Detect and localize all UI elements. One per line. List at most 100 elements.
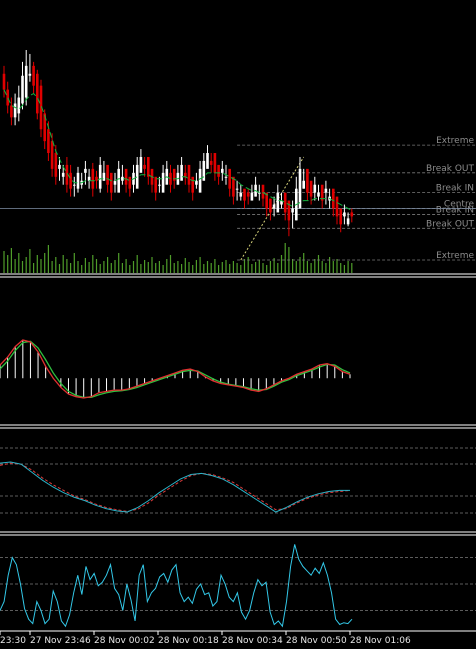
- volume-bar: [95, 259, 98, 273]
- time-tick-label: 23:30: [0, 636, 26, 646]
- volume-bar: [292, 259, 294, 273]
- candle-body: [324, 188, 328, 193]
- candle-body: [24, 65, 28, 98]
- candle-body: [239, 192, 243, 197]
- volume-bar: [280, 255, 283, 273]
- volume-bar: [129, 265, 131, 273]
- volume-bar: [147, 262, 149, 273]
- candle-body: [87, 176, 91, 181]
- volume-bar: [21, 261, 24, 273]
- time-tick-label: 27 Nov 23:46: [30, 636, 91, 646]
- candle-body: [158, 184, 161, 186]
- volume-bar: [262, 263, 264, 273]
- candle-body: [224, 176, 228, 178]
- volume-bar: [277, 263, 279, 273]
- volume-bar: [295, 261, 297, 273]
- volume-bar: [184, 258, 186, 273]
- volume-bar: [29, 249, 31, 273]
- level-label: Extreme: [436, 251, 474, 261]
- candle-body: [69, 172, 72, 189]
- volume-bar: [140, 264, 142, 273]
- volume-bar: [177, 261, 179, 273]
- candle-body: [276, 192, 280, 213]
- candle-body: [143, 164, 146, 169]
- volume-bar: [251, 264, 253, 273]
- candle-body: [102, 172, 106, 181]
- volume-bar: [284, 243, 286, 273]
- volume-bar: [158, 261, 160, 273]
- volume-bar: [221, 262, 223, 273]
- candle-body: [180, 164, 183, 181]
- level-label: Break IN: [436, 184, 474, 194]
- candle-body: [209, 160, 213, 165]
- volume-bar: [25, 257, 27, 273]
- volume-bar: [73, 253, 75, 273]
- volume-bar: [236, 263, 238, 273]
- volume-bar: [88, 262, 90, 273]
- candle-body: [313, 184, 317, 193]
- candle-body: [10, 105, 13, 118]
- volume-bar: [192, 265, 194, 273]
- candle-body: [332, 188, 335, 209]
- candle-body: [17, 97, 21, 114]
- volume-bar: [229, 264, 231, 273]
- candle-body: [317, 192, 320, 197]
- volume-bar: [58, 264, 61, 273]
- volume-bar: [314, 259, 316, 273]
- candle-body: [191, 176, 194, 193]
- volume-bar: [84, 258, 86, 273]
- volume-bar: [181, 264, 183, 273]
- trading-chart: ExtremeBreak OUTBreak INCentreBreak INBr…: [0, 0, 476, 649]
- volume-bar: [10, 248, 12, 273]
- candle-body: [84, 168, 87, 173]
- volume-bar: [173, 263, 175, 273]
- volume-bar: [166, 259, 168, 273]
- candle-body: [198, 168, 202, 193]
- time-tick-label: 28 Nov 00:18: [158, 636, 219, 646]
- candle-body: [128, 176, 132, 189]
- volume-bar: [232, 261, 234, 273]
- volume-bar: [144, 260, 146, 273]
- volume-bar: [343, 265, 345, 273]
- volume-bar: [269, 261, 271, 273]
- candle-body: [139, 156, 143, 173]
- candle-body: [32, 65, 35, 86]
- candle-body: [58, 164, 61, 169]
- volume-bar: [188, 262, 190, 273]
- volume-bar: [77, 261, 79, 273]
- candle-body: [213, 153, 217, 173]
- candle-body: [13, 103, 17, 118]
- volume-bar: [33, 263, 35, 273]
- candle-body: [350, 212, 354, 217]
- level-label: Break OUT: [426, 219, 474, 229]
- candle-body: [21, 75, 24, 104]
- level-label: Break IN: [436, 205, 474, 215]
- volume-bar: [55, 257, 57, 273]
- volume-bar: [66, 259, 68, 273]
- volume-bar: [155, 263, 157, 273]
- volume-bar: [70, 263, 72, 273]
- volume-bar: [199, 257, 201, 273]
- candle-body: [306, 168, 309, 193]
- volume-bar: [162, 265, 164, 273]
- volume-bar: [203, 264, 205, 273]
- volume-bar: [329, 257, 331, 273]
- volume-bar: [169, 255, 172, 273]
- volume-bar: [351, 263, 353, 273]
- candle-body: [187, 164, 191, 185]
- volume-bar: [51, 261, 53, 273]
- volume-bar: [132, 261, 135, 273]
- candle-body: [343, 212, 346, 217]
- candle-body: [98, 164, 102, 189]
- candle-body: [50, 141, 54, 169]
- volume-bar: [36, 255, 38, 273]
- volume-bar: [121, 263, 123, 273]
- volume-bar: [62, 255, 64, 273]
- candle-body: [243, 188, 246, 201]
- volume-bar: [44, 253, 46, 273]
- candle-body: [117, 168, 120, 193]
- volume-bar: [206, 261, 209, 273]
- volume-bar: [240, 265, 242, 273]
- candle-body: [54, 153, 58, 177]
- volume-bar: [218, 265, 220, 273]
